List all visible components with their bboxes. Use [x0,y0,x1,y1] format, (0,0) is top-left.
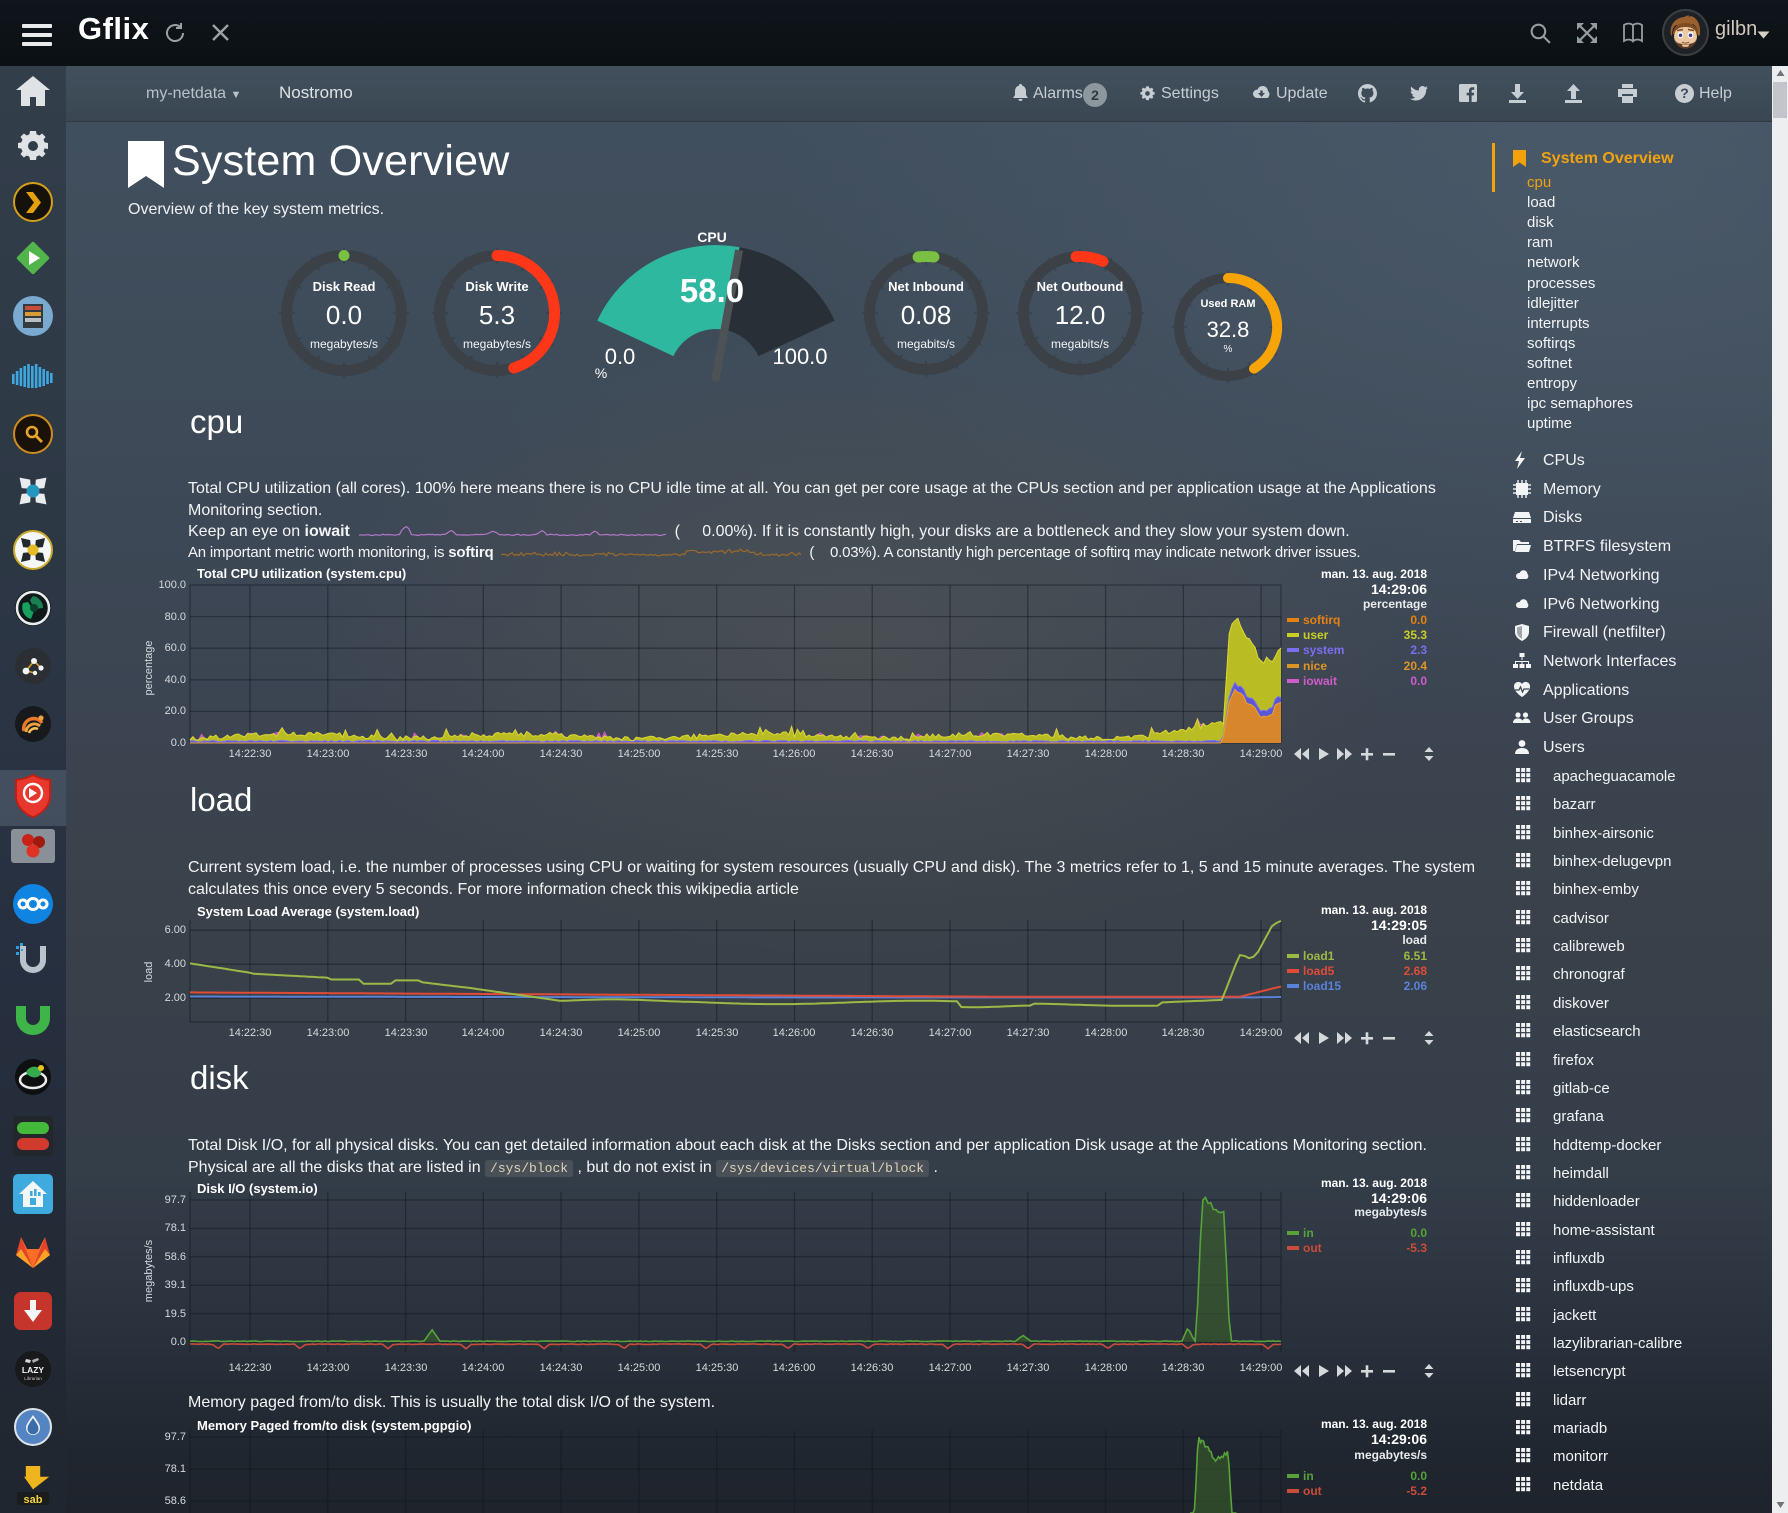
svg-text:sab: sab [24,1494,43,1506]
svg-text:megabytes/s: megabytes/s [143,1239,155,1302]
svg-text:LAZY: LAZY [22,1365,45,1375]
svg-text:Librarian: Librarian [24,1376,42,1381]
